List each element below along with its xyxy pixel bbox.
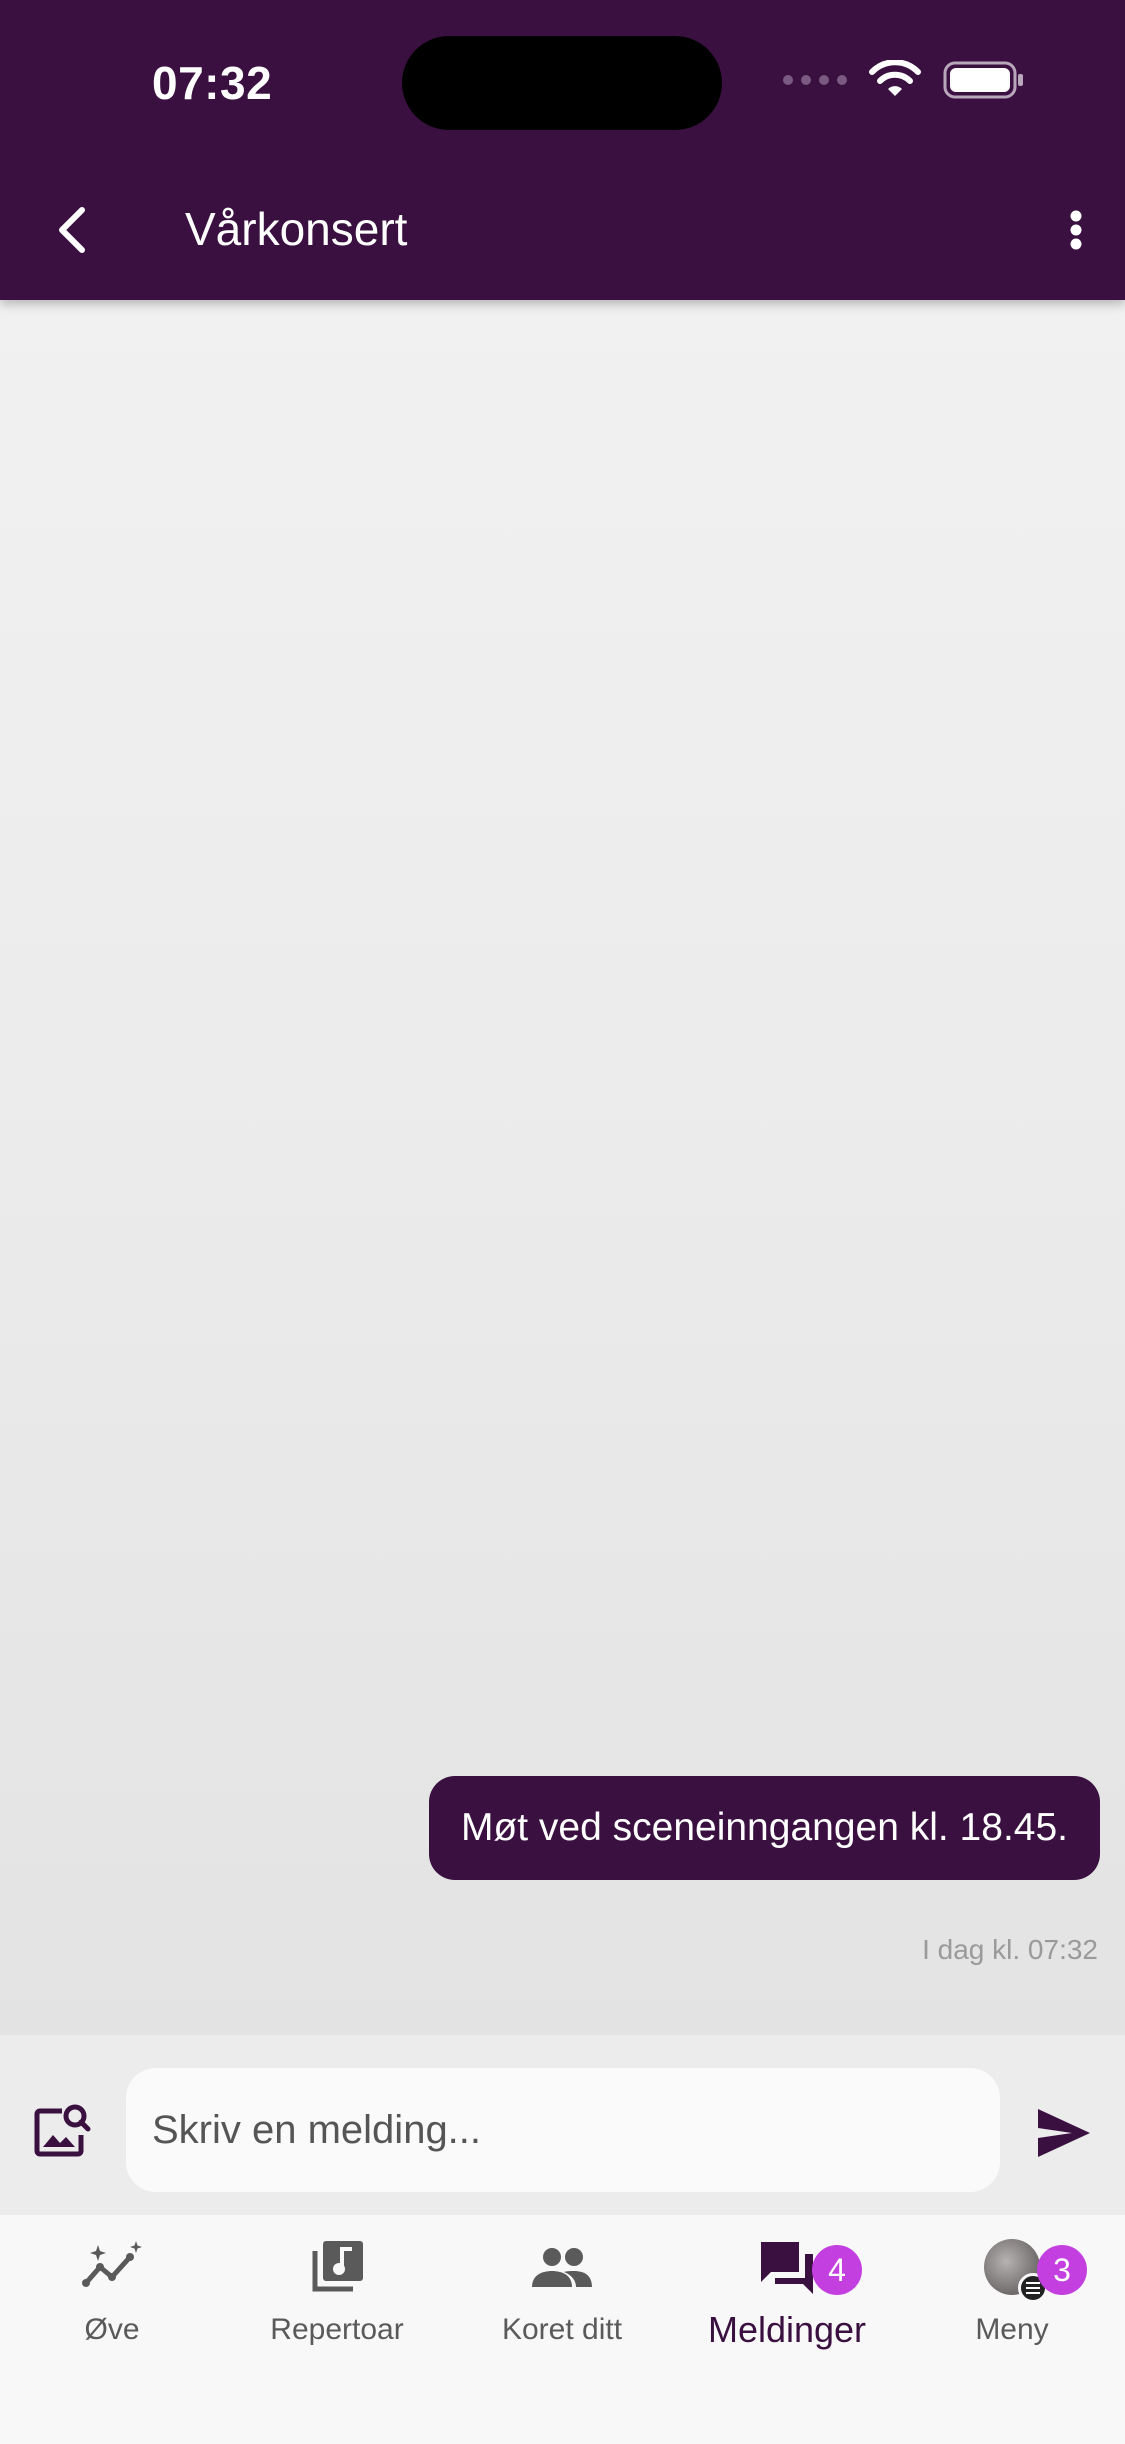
outgoing-message-bubble[interactable]: Møt ved sceneinngangen kl. 18.45. xyxy=(428,1776,1100,1880)
more-options-button[interactable] xyxy=(1051,196,1101,266)
menu-badge: 3 xyxy=(1037,2245,1087,2295)
cellular-signal-icon xyxy=(783,75,847,85)
status-icons xyxy=(783,60,1025,100)
message-timestamp: I dag kl. 07:32 xyxy=(922,1934,1098,1965)
app-header: 07:32 Vårkonsert xyxy=(0,0,1125,300)
image-search-icon xyxy=(34,2104,91,2157)
nav-item-meldinger[interactable]: 4 Meldinger xyxy=(687,2235,887,2375)
chat-screen: 07:32 Vårkonsert Møt ved sceneinngangen … xyxy=(0,0,1125,2444)
wifi-icon xyxy=(869,60,921,96)
nav-item-ove[interactable]: Øve xyxy=(12,2235,212,2375)
messages-badge: 4 xyxy=(812,2245,862,2295)
practice-sparkle-chart-icon xyxy=(77,2235,147,2299)
nav-label-koret-ditt: Koret ditt xyxy=(501,2313,623,2346)
send-button[interactable] xyxy=(1034,2105,1094,2161)
nav-label-meldinger: Meldinger xyxy=(707,2309,867,2350)
more-vertical-icon xyxy=(1070,210,1082,250)
battery-icon xyxy=(943,61,1023,99)
message-composer xyxy=(0,2035,1125,2215)
bottom-navigation: Øve Repertoar Koret ditt 4 Meldinger 3 M… xyxy=(0,2215,1125,2444)
message-input[interactable] xyxy=(126,2068,1000,2192)
message-list[interactable]: Møt ved sceneinngangen kl. 18.45. I dag … xyxy=(0,300,1125,2035)
page-title: Vårkonsert xyxy=(185,203,408,255)
attach-image-button[interactable] xyxy=(32,2101,92,2161)
nav-label-repertoar: Repertoar xyxy=(270,2313,404,2346)
chevron-left-icon xyxy=(59,207,85,253)
nav-item-meny[interactable]: 3 Meny xyxy=(912,2235,1112,2375)
avatar xyxy=(984,2239,1048,2303)
dynamic-island xyxy=(402,36,722,130)
nav-label-ove: Øve xyxy=(84,2313,140,2346)
nav-item-koret-ditt[interactable]: Koret ditt xyxy=(462,2235,662,2375)
status-time: 07:32 xyxy=(152,57,273,109)
music-library-icon xyxy=(302,2235,372,2299)
people-group-icon xyxy=(527,2235,597,2299)
nav-item-repertoar[interactable]: Repertoar xyxy=(237,2235,437,2375)
send-icon xyxy=(1038,2109,1090,2157)
back-button[interactable] xyxy=(44,196,104,266)
nav-label-meny: Meny xyxy=(975,2313,1049,2346)
